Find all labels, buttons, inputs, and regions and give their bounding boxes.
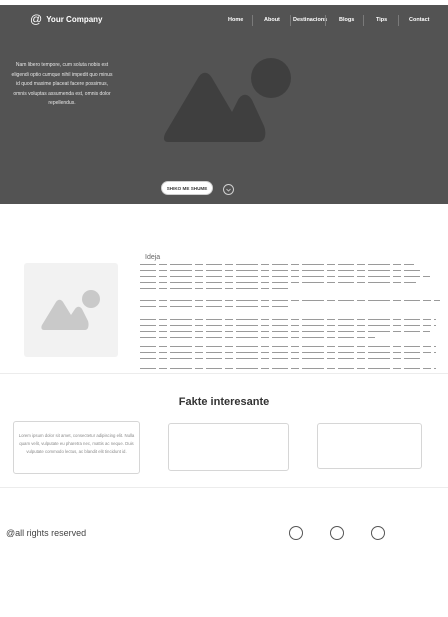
social-icon[interactable] — [371, 526, 385, 540]
fact-card-text — [169, 424, 288, 434]
fact-card — [317, 423, 422, 469]
section-divider — [0, 487, 448, 488]
cta-button[interactable]: SHIKO ME SHUME — [161, 181, 213, 195]
nav-item-home[interactable]: Home — [228, 14, 243, 26]
nav-item-blogs[interactable]: Blogs — [339, 14, 354, 26]
image-placeholder-icon — [41, 290, 100, 330]
hero-description: Nam libero tempore, cum soluta nobis est… — [11, 62, 113, 106]
social-icon[interactable] — [289, 526, 303, 540]
fact-card: Lorem ipsum dolor sit amet, consectetur … — [13, 421, 140, 474]
nav-item-about[interactable]: About — [264, 14, 280, 26]
social-icon[interactable] — [330, 526, 344, 540]
section-heading-ideja: Ideja — [145, 254, 161, 261]
image-placeholder-icon — [163, 58, 291, 142]
nav-item-contact[interactable]: Contact — [409, 14, 429, 26]
nav-separator — [363, 15, 364, 26]
hero-section: @ Your Company Home About Destinacions B… — [0, 0, 448, 204]
nav-item-destinacions[interactable]: Destinacions — [293, 14, 327, 26]
facts-title: Fakte interesante — [178, 396, 270, 408]
nav-separator — [398, 15, 399, 26]
top-strip — [0, 0, 448, 5]
about-image-placeholder — [24, 263, 118, 357]
fact-card — [168, 423, 289, 471]
nav-separator — [290, 15, 291, 26]
fact-card-text — [318, 424, 421, 434]
body-text-placeholder — [140, 264, 440, 372]
chevron-down-icon[interactable] — [223, 184, 234, 195]
main-nav: Home About Destinacions Blogs Tips Conta… — [0, 14, 448, 28]
fact-card-text: Lorem ipsum dolor sit amet, consectetur … — [18, 433, 135, 454]
copyright-text: @all rights reserved — [6, 528, 87, 538]
nav-separator — [252, 15, 253, 26]
section-divider — [0, 373, 448, 374]
nav-item-tips[interactable]: Tips — [376, 14, 387, 26]
nav-separator — [325, 15, 326, 26]
